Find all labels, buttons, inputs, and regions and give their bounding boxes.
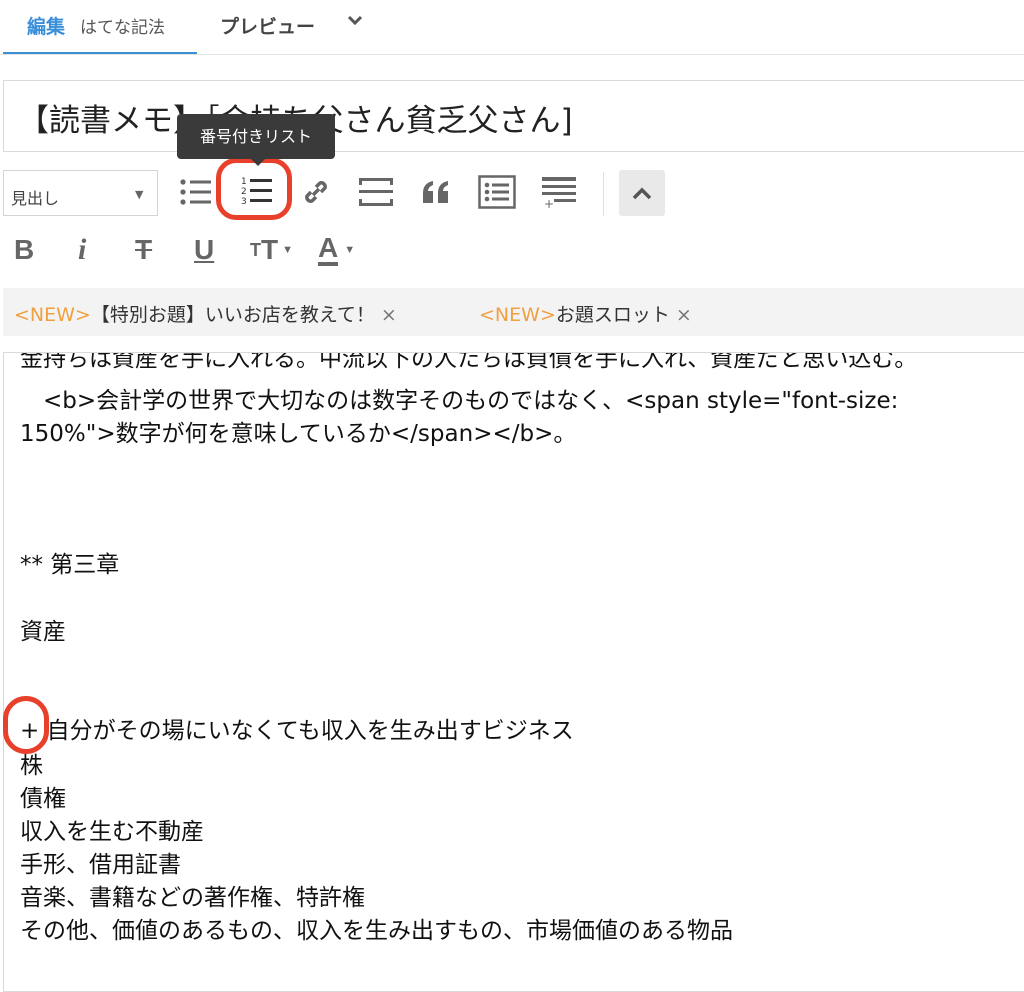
tab-edit-label: 編集: [27, 16, 66, 38]
highlight-ring-plus: [3, 696, 49, 754]
bulleted-list-button[interactable]: [176, 174, 216, 210]
new-badge: <NEW>: [479, 304, 556, 326]
heading-select[interactable]: 見出し ▼: [3, 170, 158, 216]
horizontal-rule-button[interactable]: [355, 175, 397, 209]
editor-line: 手形、借用証書: [20, 852, 181, 878]
toolbar-separator: [603, 172, 604, 216]
tab-preview[interactable]: プレビュー: [220, 12, 363, 39]
tag-bar: <NEW>【特別お題】いいお店を教えて！ × <NEW>お題スロット ×: [3, 288, 1024, 336]
table-button[interactable]: +: [538, 174, 580, 210]
caret-down-icon: ▼: [282, 244, 293, 256]
editor-line: 150%">数字が何を意味しているか</span></b>。: [20, 421, 577, 447]
font-size-icon: T: [261, 234, 279, 265]
quote-button[interactable]: [418, 175, 454, 209]
close-icon[interactable]: ×: [381, 304, 397, 326]
editor-line: その他、価値のあるもの、収入を生み出すもの、市場価値のある物品: [20, 918, 733, 944]
new-badge: <NEW>: [14, 304, 91, 326]
underline-button[interactable]: U: [194, 233, 214, 267]
font-size-icon-small: T: [250, 239, 261, 260]
heading-select-value: 見出し: [11, 189, 60, 208]
chevron-up-icon: [632, 187, 652, 200]
tab-edit[interactable]: 編集 はてな記法: [3, 0, 197, 55]
quote-icon: [423, 181, 448, 203]
close-icon[interactable]: ×: [676, 304, 692, 326]
tag-theme-slot[interactable]: <NEW>お題スロット ×: [479, 300, 692, 327]
editor-tabs: 編集 はてな記法 プレビュー: [0, 0, 1024, 55]
editor-line: 資産: [20, 619, 66, 645]
definition-list-icon: [478, 175, 516, 209]
strikethrough-button[interactable]: T: [135, 233, 152, 267]
tabs-divider: [0, 54, 1024, 55]
tag-label: 【特別お題】いいお店を教えて！: [90, 304, 375, 326]
italic-button[interactable]: i: [78, 233, 86, 267]
tab-preview-label: プレビュー: [220, 16, 316, 38]
bold-button[interactable]: B: [14, 233, 34, 267]
tab-edit-mode: はてな記法: [80, 18, 165, 38]
bulleted-list-icon: [180, 179, 211, 205]
chevron-down-icon: [345, 10, 365, 35]
link-icon: [305, 181, 327, 203]
font-color-icon: A: [318, 234, 339, 266]
italic-icon: i: [78, 233, 87, 266]
editor-line: 音楽、書籍などの著作権、特許権: [20, 885, 365, 911]
horizontal-rule-icon: [359, 178, 393, 206]
collapse-toolbar-button[interactable]: [619, 170, 665, 216]
svg-text:+: +: [544, 197, 554, 209]
table-icon: +: [542, 177, 576, 209]
font-size-button[interactable]: T T ▼: [250, 233, 293, 267]
tooltip: 番号付きリスト: [177, 114, 335, 166]
tag-special-theme[interactable]: <NEW>【特別お題】いいお店を教えて！ ×: [14, 300, 397, 327]
link-button[interactable]: [298, 174, 334, 210]
underline-icon: U: [194, 234, 215, 265]
title-input[interactable]: 【読書メモ】［金持ち父さん貧乏父さん]: [3, 80, 1024, 152]
editor-line: 金持ちは資産を手に入れる。中流以下の人たちは負債を手に入れ、資産だと思い込む。: [20, 352, 918, 372]
caret-down-icon: ▼: [135, 188, 144, 201]
font-color-button[interactable]: A ▼: [318, 233, 355, 267]
strikethrough-icon: T: [135, 234, 153, 265]
editor-line: ** 第三章: [20, 552, 120, 578]
bold-icon: B: [14, 234, 35, 265]
editor-line: 収入を生む不動産: [20, 819, 204, 845]
editor-line: 債権: [20, 786, 66, 812]
caret-down-icon: ▼: [344, 244, 356, 256]
tag-label: お題スロット: [555, 304, 670, 326]
highlight-ring-numbered-list: [216, 158, 292, 220]
editor-line: <b>会計学の世界で大切なのは数字そのものではなく、<span style="f…: [20, 388, 899, 414]
body-editor[interactable]: 金持ちは資産を手に入れる。中流以下の人たちは負債を手に入れ、資産だと思い込む。 …: [3, 352, 1024, 992]
editor-line: + 自分がその場にいなくても収入を生み出すビジネス: [20, 718, 574, 744]
definition-list-button[interactable]: [476, 174, 518, 210]
